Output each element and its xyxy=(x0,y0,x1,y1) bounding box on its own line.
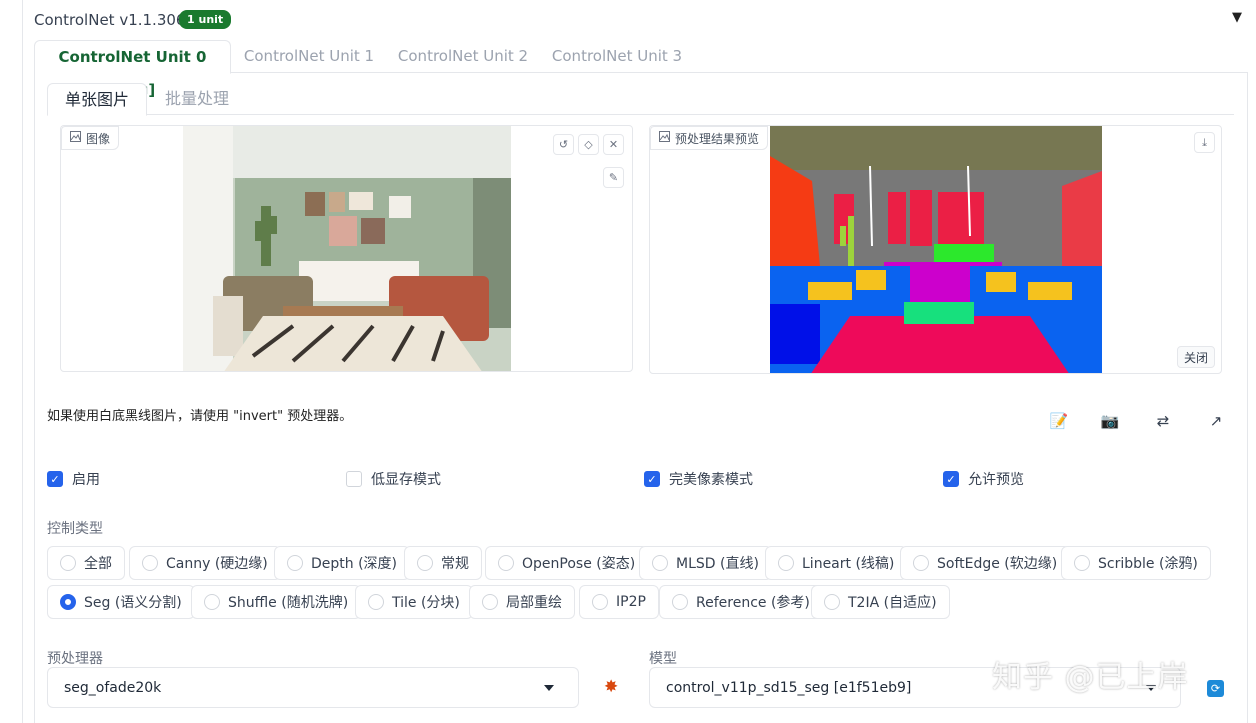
tab-batch[interactable]: 批量处理 xyxy=(147,83,247,115)
radio-reference[interactable]: Reference (参考) xyxy=(659,585,823,619)
camera-icon[interactable]: 📷 xyxy=(1089,400,1131,442)
radio-inpaint[interactable]: 局部重绘 xyxy=(469,585,575,619)
mode-tab-bar: 单张图片 批量处理 xyxy=(47,83,1234,116)
invert-hint: 如果使用白底黑线图片，请使用 "invert" 预处理器。 xyxy=(47,409,353,424)
image-icon xyxy=(659,131,670,145)
preview-image-box[interactable]: 预处理结果预览 ⤓ 关闭 xyxy=(649,125,1222,374)
explosion-icon[interactable]: ✸ xyxy=(604,677,618,697)
input-image-box[interactable]: 图像 ↺ ◇ ✕ ✎ xyxy=(60,125,633,372)
input-image-label: 图像 xyxy=(61,126,120,150)
radio-depth[interactable]: Depth (深度) xyxy=(274,546,411,580)
radio-openpose[interactable]: OpenPose (姿态) xyxy=(485,546,649,580)
preview-image-label: 预处理结果预览 xyxy=(650,126,769,150)
input-image-label-text: 图像 xyxy=(86,131,111,146)
tab-unit-3[interactable]: ControlNet Unit 3 xyxy=(542,40,692,73)
close-preview-button[interactable]: 关闭 xyxy=(1176,346,1215,368)
checkbox-box[interactable] xyxy=(346,471,362,487)
tab-unit-0[interactable]: ControlNet Unit 0 [Seg] xyxy=(34,40,231,99)
checkbox-label: 启用 xyxy=(72,472,100,488)
radio-lineart[interactable]: Lineart (线稿) xyxy=(765,546,908,580)
preprocessor-select[interactable]: seg_ofade20k xyxy=(47,667,579,708)
radio-normal[interactable]: 常规 xyxy=(404,546,482,580)
radio-ip2p[interactable]: IP2P xyxy=(579,585,659,619)
send-icon[interactable]: ↗ xyxy=(1195,400,1237,442)
control-type-label: 控制类型 xyxy=(47,521,103,537)
model-label: 模型 xyxy=(649,651,677,667)
chevron-down-icon xyxy=(544,685,554,691)
checkbox-box[interactable]: ✓ xyxy=(943,471,959,487)
unit-tab-bar: ControlNet Unit 0 [Seg] ControlNet Unit … xyxy=(34,40,1248,99)
tab-unit-1[interactable]: ControlNet Unit 1 xyxy=(234,40,384,73)
checkbox-enable[interactable]: ✓ 启用 xyxy=(47,469,100,489)
radio-seg[interactable]: Seg (语义分割) xyxy=(47,585,195,619)
radio-scribble[interactable]: Scribble (涂鸦) xyxy=(1061,546,1211,580)
checkbox-pixel-perfect[interactable]: ✓ 完美像素模式 xyxy=(644,469,753,489)
eraser-icon[interactable]: ◇ xyxy=(578,134,599,155)
close-icon[interactable]: ✕ xyxy=(603,134,624,155)
image-icon xyxy=(70,131,81,145)
download-icon[interactable]: ⤓ xyxy=(1194,132,1215,153)
model-value: control_v11p_sd15_seg [e1f51eb9] xyxy=(666,679,912,696)
radio-t2ia[interactable]: T2IA (自适应) xyxy=(811,585,950,619)
checkbox-low-vram[interactable]: 低显存模式 xyxy=(346,469,441,489)
radio-tile[interactable]: Tile (分块) xyxy=(355,585,473,619)
accordion-title[interactable]: ControlNet v1.1.306 xyxy=(34,11,185,29)
radio-mlsd[interactable]: MLSD (直线) xyxy=(639,546,772,580)
checkbox-allow-preview[interactable]: ✓ 允许预览 xyxy=(943,469,1024,489)
edit-icon[interactable]: 📝 xyxy=(1038,400,1080,442)
segmentation-preview xyxy=(770,126,1102,373)
checkbox-box[interactable]: ✓ xyxy=(47,471,63,487)
swap-icon[interactable]: ⇄ xyxy=(1142,400,1184,442)
refresh-icon[interactable]: ⟳ xyxy=(1207,680,1224,697)
radio-shuffle[interactable]: Shuffle (随机洗牌) xyxy=(191,585,362,619)
brush-icon[interactable]: ✎ xyxy=(603,167,624,188)
radio-softedge[interactable]: SoftEdge (软边缘) xyxy=(900,546,1071,580)
checkbox-label: 完美像素模式 xyxy=(669,472,753,488)
checkbox-label: 允许预览 xyxy=(968,472,1024,488)
radio-all[interactable]: 全部 xyxy=(47,546,125,580)
undo-icon[interactable]: ↺ xyxy=(553,134,574,155)
checkbox-label: 低显存模式 xyxy=(371,472,441,488)
preprocessor-value: seg_ofade20k xyxy=(64,679,162,696)
checkbox-box[interactable]: ✓ xyxy=(644,471,660,487)
tab-single-image[interactable]: 单张图片 xyxy=(47,83,147,116)
tab-unit-2[interactable]: ControlNet Unit 2 xyxy=(388,40,538,73)
preprocessor-label: 预处理器 xyxy=(47,651,103,667)
unit-count-badge: 1 unit xyxy=(179,10,232,29)
zhihu-watermark: 知乎 @已上岸 xyxy=(992,660,1189,695)
collapse-icon[interactable]: ▼ xyxy=(1232,10,1242,25)
radio-canny[interactable]: Canny (硬边缘) xyxy=(129,546,281,580)
living-room-photo xyxy=(183,126,511,371)
preview-image-label-text: 预处理结果预览 xyxy=(675,131,760,146)
